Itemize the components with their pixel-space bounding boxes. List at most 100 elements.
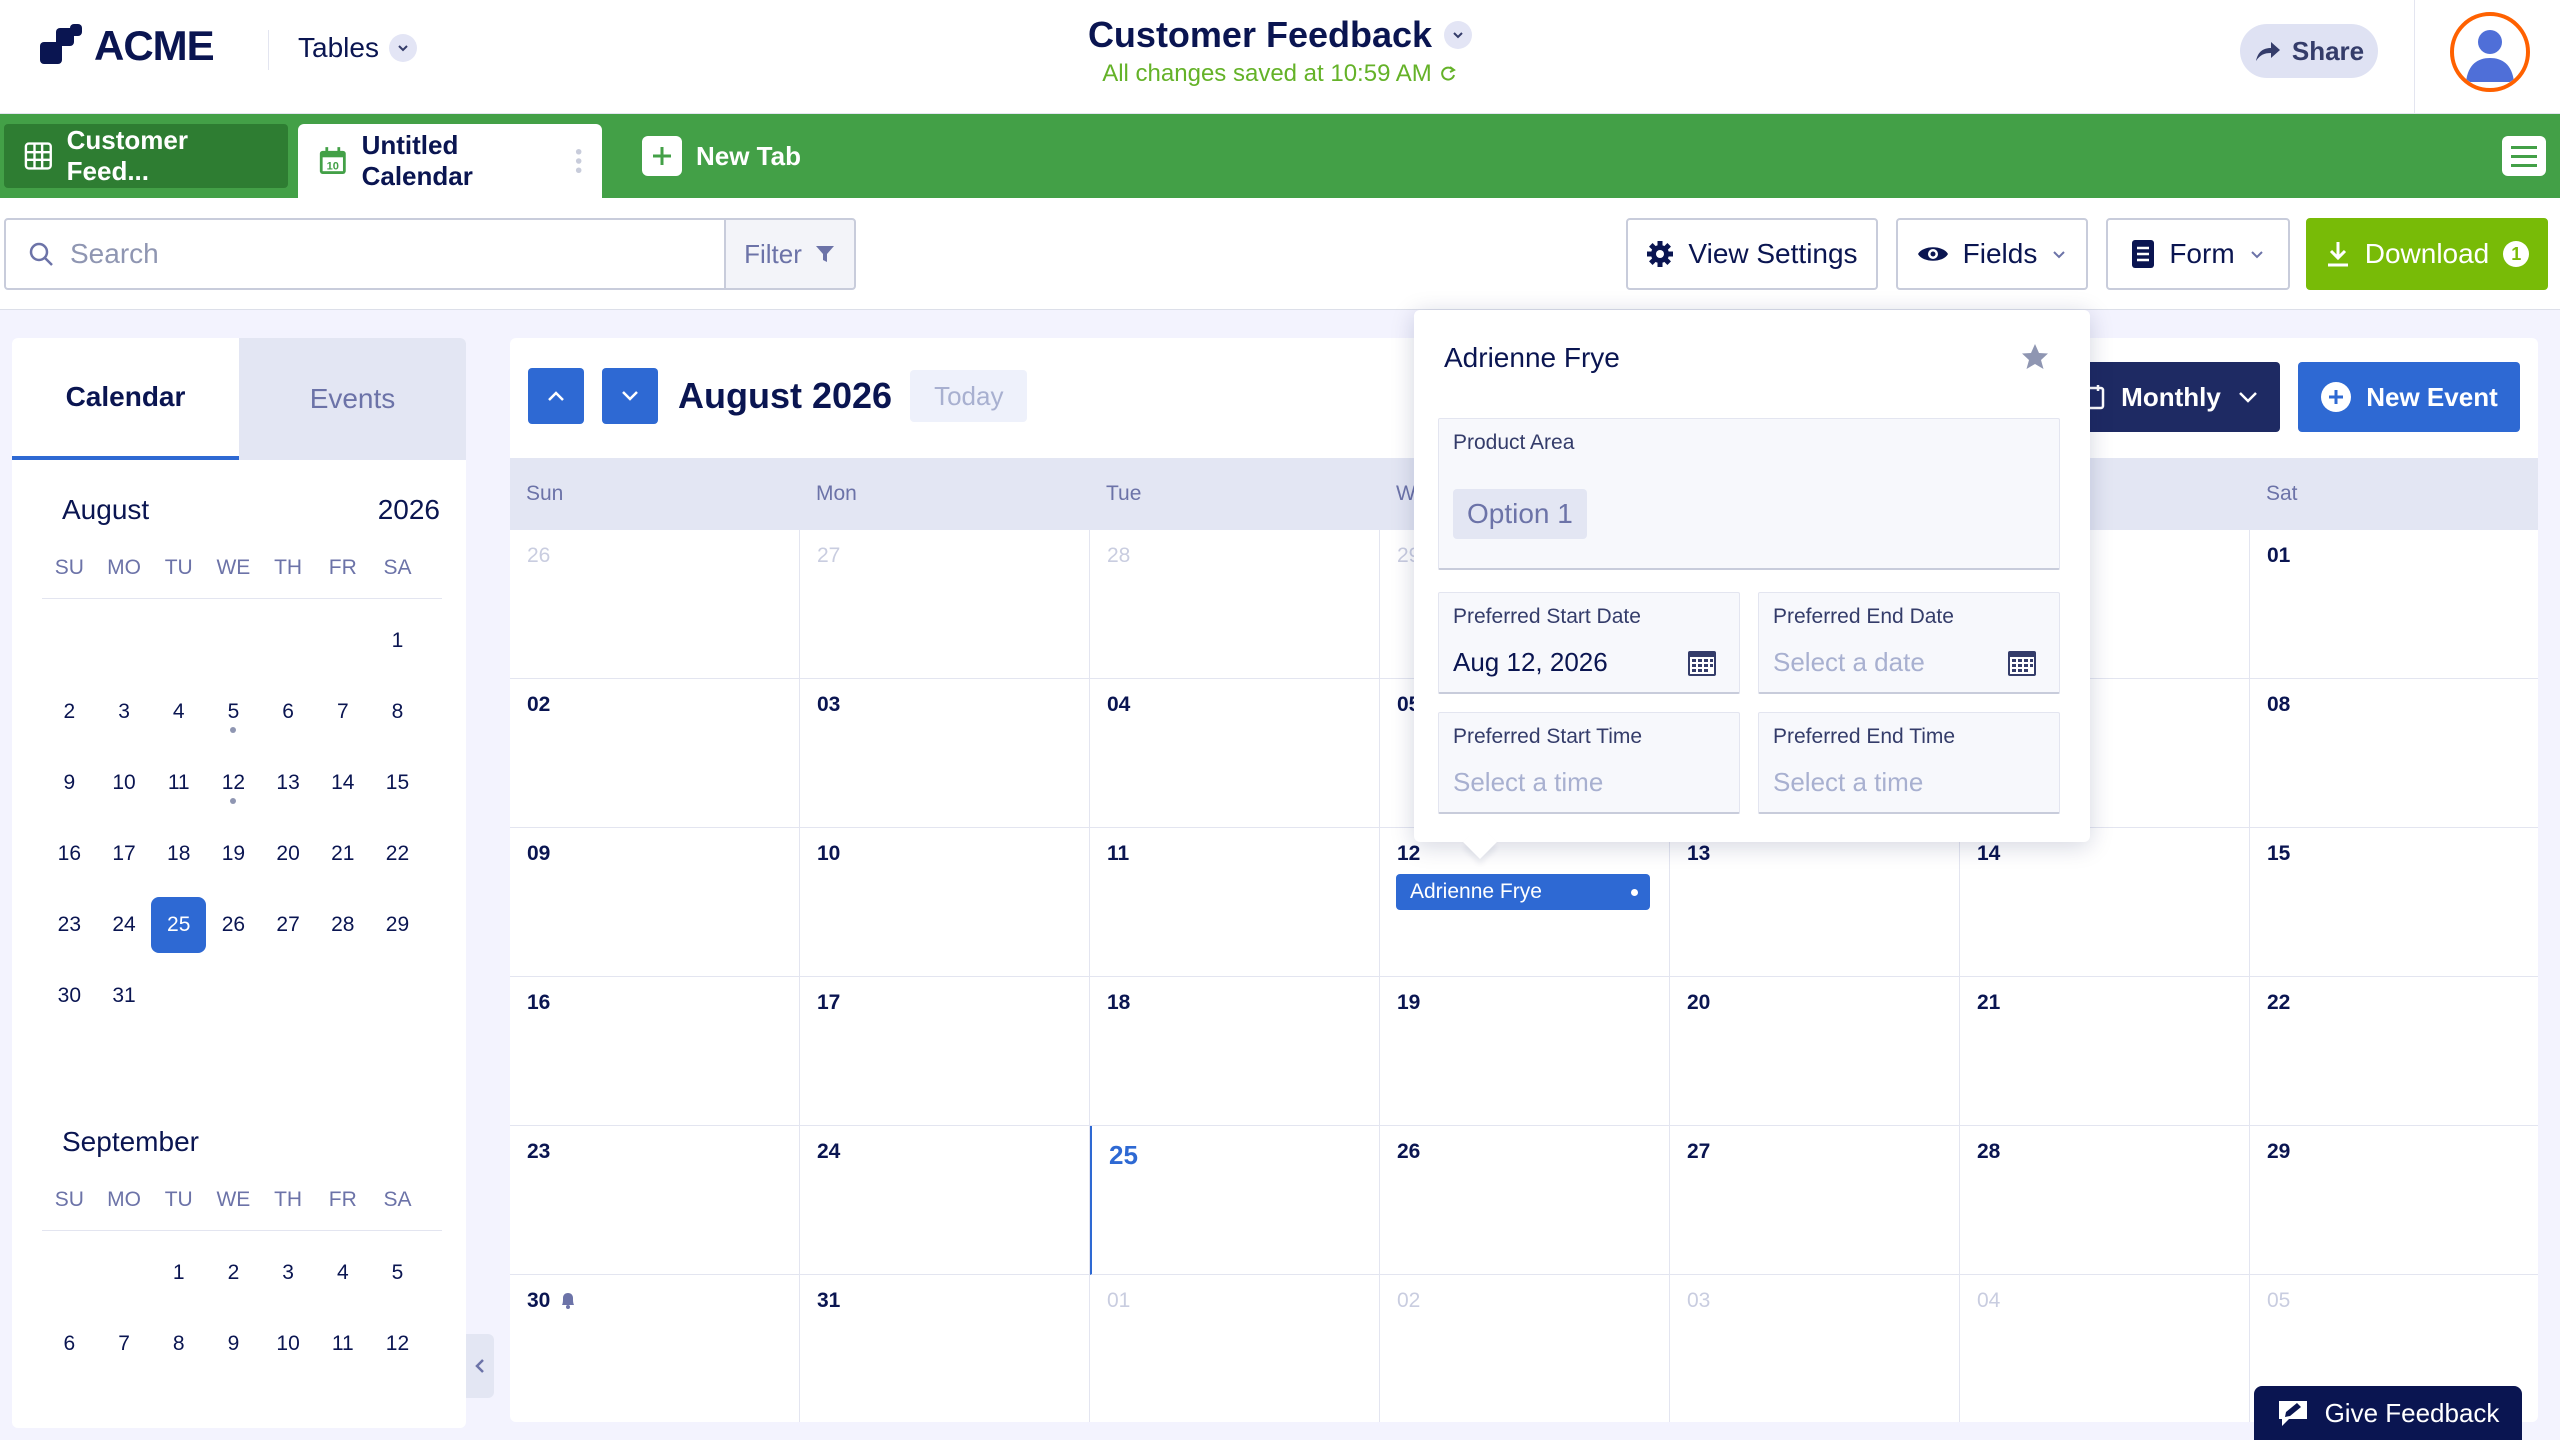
mini-day[interactable]: 8 (151, 1308, 206, 1379)
tab-untitled-calendar[interactable]: 10 Untitled Calendar (298, 124, 602, 198)
calendar-day-cell[interactable]: 21 (1960, 977, 2250, 1126)
calendar-day-cell[interactable]: 11 (1090, 828, 1380, 977)
calendar-day-cell[interactable]: 03 (800, 679, 1090, 828)
calendar-day-cell[interactable]: 01 (1090, 1275, 1380, 1422)
tab-events[interactable]: Events (239, 338, 466, 460)
mini-day[interactable]: 23 (42, 889, 97, 960)
view-mode-dropdown[interactable]: Monthly (2060, 362, 2280, 432)
mini-day[interactable]: 11 (315, 1308, 370, 1379)
calendar-day-cell[interactable]: 23 (510, 1126, 800, 1275)
calendar-day-cell[interactable]: 18 (1090, 977, 1380, 1126)
download-button[interactable]: Download 1 (2306, 218, 2548, 290)
mini-day[interactable]: 6 (42, 1308, 97, 1379)
calendar-day-cell[interactable]: 03 (1670, 1275, 1960, 1422)
mini-day[interactable]: 17 (97, 818, 152, 889)
mini-day[interactable]: 3 (261, 1237, 316, 1308)
preferred-start-time-field[interactable]: Preferred Start Time Select a time (1438, 712, 1740, 814)
preferred-start-date-field[interactable]: Preferred Start Date Aug 12, 2026 (1438, 592, 1740, 694)
mini-day[interactable]: 8 (370, 676, 425, 747)
mini-day[interactable]: 6 (261, 676, 316, 747)
calendar-day-cell[interactable]: 29 (2250, 1126, 2538, 1275)
star-icon[interactable] (2020, 342, 2050, 372)
mini-day[interactable]: 24 (97, 889, 152, 960)
mini-day[interactable]: 11 (151, 747, 206, 818)
mini-day[interactable]: 19 (206, 818, 261, 889)
mini-day[interactable]: 18 (151, 818, 206, 889)
mini-day[interactable]: 26 (206, 889, 261, 960)
calendar-day-cell[interactable]: 20 (1670, 977, 1960, 1126)
today-button[interactable]: Today (910, 370, 1028, 422)
mini-day[interactable]: 20 (261, 818, 316, 889)
mini-day[interactable]: 9 (206, 1308, 261, 1379)
calendar-day-cell[interactable]: 12 Adrienne Frye (1380, 828, 1670, 977)
event-chip[interactable]: Adrienne Frye (1396, 874, 1650, 910)
mini-day[interactable]: 30 (42, 960, 97, 1031)
mini-day[interactable]: 10 (97, 747, 152, 818)
view-settings-button[interactable]: View Settings (1626, 218, 1878, 290)
calendar-day-cell[interactable]: 10 (800, 828, 1090, 977)
mini-day[interactable]: 13 (261, 747, 316, 818)
calendar-day-cell[interactable]: 17 (800, 977, 1090, 1126)
calendar-day-cell[interactable]: 16 (510, 977, 800, 1126)
next-month-button[interactable] (602, 368, 658, 424)
calendar-day-cell[interactable]: 02 (510, 679, 800, 828)
mini-day[interactable]: 27 (261, 889, 316, 960)
mini-day[interactable]: 1 (370, 605, 425, 676)
mini-day[interactable]: 10 (261, 1308, 316, 1379)
mini-day[interactable]: 15 (370, 747, 425, 818)
search-input[interactable] (70, 238, 670, 270)
tab-customer-feedback[interactable]: Customer Feed... (4, 124, 288, 188)
mini-day[interactable]: 2 (42, 676, 97, 747)
calendar-day-cell[interactable]: 25 (1090, 1126, 1380, 1275)
give-feedback-button[interactable]: Give Feedback (2254, 1386, 2522, 1440)
mini-day[interactable]: 9 (42, 747, 97, 818)
calendar-day-cell[interactable]: 04 (1960, 1275, 2250, 1422)
calendar-day-cell[interactable]: 19 (1380, 977, 1670, 1126)
option-chip[interactable]: Option 1 (1453, 489, 1587, 539)
calendar-day-cell[interactable]: 01 (2250, 530, 2538, 679)
fields-button[interactable]: Fields (1896, 218, 2088, 290)
new-event-button[interactable]: New Event (2298, 362, 2520, 432)
mini-day[interactable]: 1 (151, 1237, 206, 1308)
mini-day[interactable]: 14 (315, 747, 370, 818)
calendar-day-cell[interactable]: 08 (2250, 679, 2538, 828)
mini-day[interactable]: 4 (315, 1237, 370, 1308)
mini-day[interactable]: 22 (370, 818, 425, 889)
user-avatar[interactable] (2450, 12, 2530, 92)
mini-day[interactable]: 16 (42, 818, 97, 889)
mini-day[interactable]: 3 (97, 676, 152, 747)
calendar-day-cell[interactable]: 26 (510, 530, 800, 679)
calendar-day-cell[interactable]: 27 (1670, 1126, 1960, 1275)
mini-day[interactable]: 5 (370, 1237, 425, 1308)
drag-handle-icon[interactable] (575, 146, 582, 176)
calendar-day-cell[interactable]: 26 (1380, 1126, 1670, 1275)
preferred-end-time-field[interactable]: Preferred End Time Select a time (1758, 712, 2060, 814)
mini-day[interactable]: 31 (97, 960, 152, 1031)
calendar-picker-icon[interactable] (2007, 647, 2037, 677)
calendar-day-cell[interactable]: 28 (1090, 530, 1380, 679)
hamburger-menu-icon[interactable] (2502, 136, 2546, 176)
calendar-day-cell[interactable]: 31 (800, 1275, 1090, 1422)
calendar-day-cell[interactable]: 28 (1960, 1126, 2250, 1275)
calendar-day-cell[interactable]: 27 (800, 530, 1090, 679)
mini-day[interactable]: 7 (315, 676, 370, 747)
preferred-end-date-field[interactable]: Preferred End Date Select a date (1758, 592, 2060, 694)
mini-day[interactable]: 7 (97, 1308, 152, 1379)
mini-day[interactable]: 2 (206, 1237, 261, 1308)
mini-day[interactable]: 5 (206, 676, 261, 747)
form-button[interactable]: Form (2106, 218, 2290, 290)
mini-day[interactable]: 4 (151, 676, 206, 747)
calendar-day-cell[interactable]: 13 (1670, 828, 1960, 977)
calendar-day-cell[interactable]: 02 (1380, 1275, 1670, 1422)
mini-day[interactable]: 12 (206, 747, 261, 818)
mini-day[interactable]: 12 (370, 1308, 425, 1379)
previous-month-button[interactable] (528, 368, 584, 424)
calendar-day-cell[interactable]: 30 (510, 1275, 800, 1422)
share-button[interactable]: Share (2240, 24, 2378, 78)
mini-day[interactable]: 29 (370, 889, 425, 960)
mini-day[interactable]: 25 (151, 889, 207, 960)
calendar-day-cell[interactable]: 14 (1960, 828, 2250, 977)
mini-day[interactable]: 21 (315, 818, 370, 889)
calendar-day-cell[interactable]: 24 (800, 1126, 1090, 1275)
product-area-field[interactable]: Product Area Option 1 (1438, 418, 2060, 570)
